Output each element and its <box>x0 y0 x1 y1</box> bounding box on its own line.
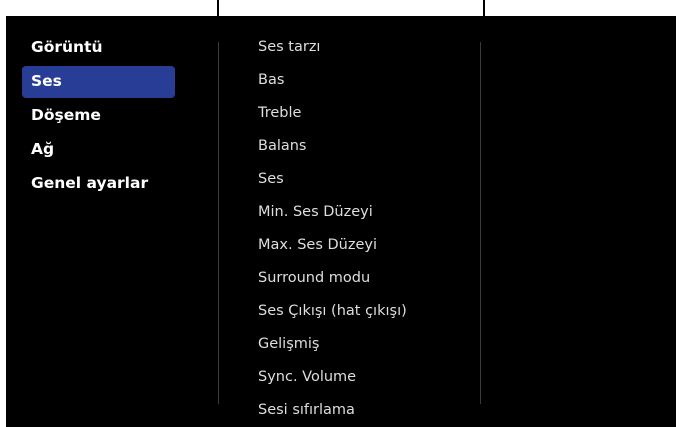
submenu-item-ses-tarzi[interactable]: Ses tarzı <box>258 32 478 65</box>
submenu-item-ses[interactable]: Ses <box>258 164 478 197</box>
top-marker-right <box>483 0 485 16</box>
menu-item-goruntu[interactable]: Görüntü <box>22 32 175 66</box>
submenu-item-gelismis[interactable]: Gelişmiş <box>258 329 478 362</box>
submenu-item-balans[interactable]: Balans <box>258 131 478 164</box>
submenu-item-sync-volume[interactable]: Sync. Volume <box>258 362 478 395</box>
submenu-item-min-ses-duzeyi[interactable]: Min. Ses Düzeyi <box>258 197 478 230</box>
submenu-item-treble[interactable]: Treble <box>258 98 478 131</box>
sound-submenu: Ses tarzı Bas Treble Balans Ses Min. Ses… <box>258 32 478 427</box>
submenu-item-bas[interactable]: Bas <box>258 65 478 98</box>
osd-settings-panel: Görüntü Ses Döşeme Ağ Genel ayarlar Ses … <box>6 16 676 427</box>
menu-item-ses-selected[interactable]: Ses <box>22 66 175 98</box>
menu-item-ag[interactable]: Ağ <box>22 134 175 168</box>
top-marker-left <box>217 0 219 16</box>
menu-item-genel-ayarlar[interactable]: Genel ayarlar <box>22 168 175 202</box>
column-divider-left <box>218 42 219 404</box>
submenu-item-ses-cikisi[interactable]: Ses Çıkışı (hat çıkışı) <box>258 296 478 329</box>
column-divider-right <box>480 42 481 404</box>
submenu-item-sesi-sifirlama[interactable]: Sesi sıfırlama <box>258 395 478 427</box>
main-category-menu: Görüntü Ses Döşeme Ağ Genel ayarlar <box>22 32 175 202</box>
submenu-item-surround-modu[interactable]: Surround modu <box>258 263 478 296</box>
submenu-item-max-ses-duzeyi[interactable]: Max. Ses Düzeyi <box>258 230 478 263</box>
menu-item-doseme[interactable]: Döşeme <box>22 100 175 134</box>
